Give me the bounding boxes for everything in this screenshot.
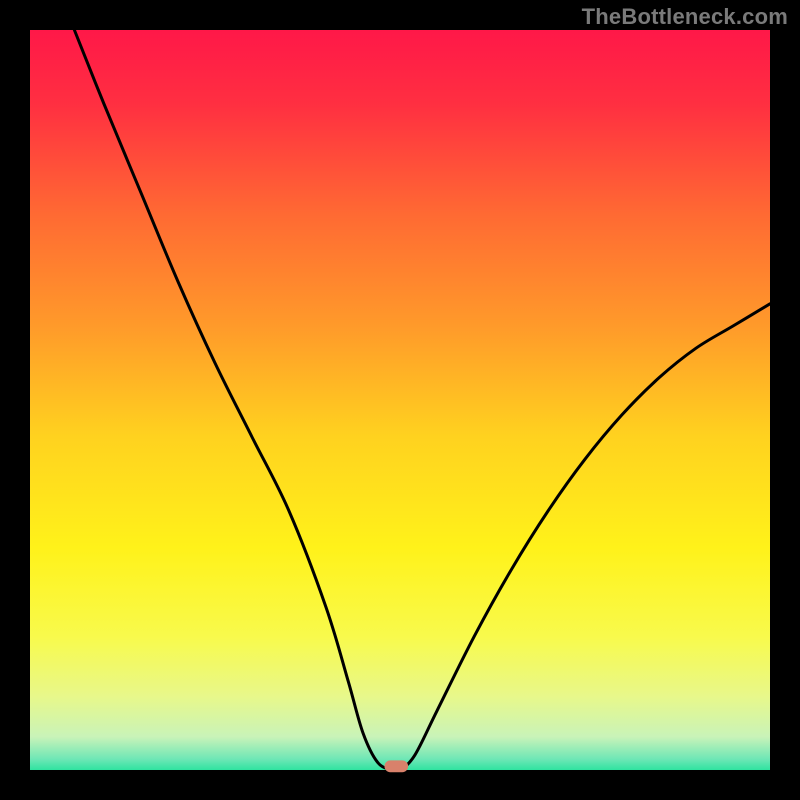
- bottleneck-chart: [0, 0, 800, 800]
- watermark-text: TheBottleneck.com: [582, 4, 788, 30]
- gradient-background: [30, 30, 770, 770]
- optimal-point-marker: [384, 760, 408, 772]
- chart-container: TheBottleneck.com: [0, 0, 800, 800]
